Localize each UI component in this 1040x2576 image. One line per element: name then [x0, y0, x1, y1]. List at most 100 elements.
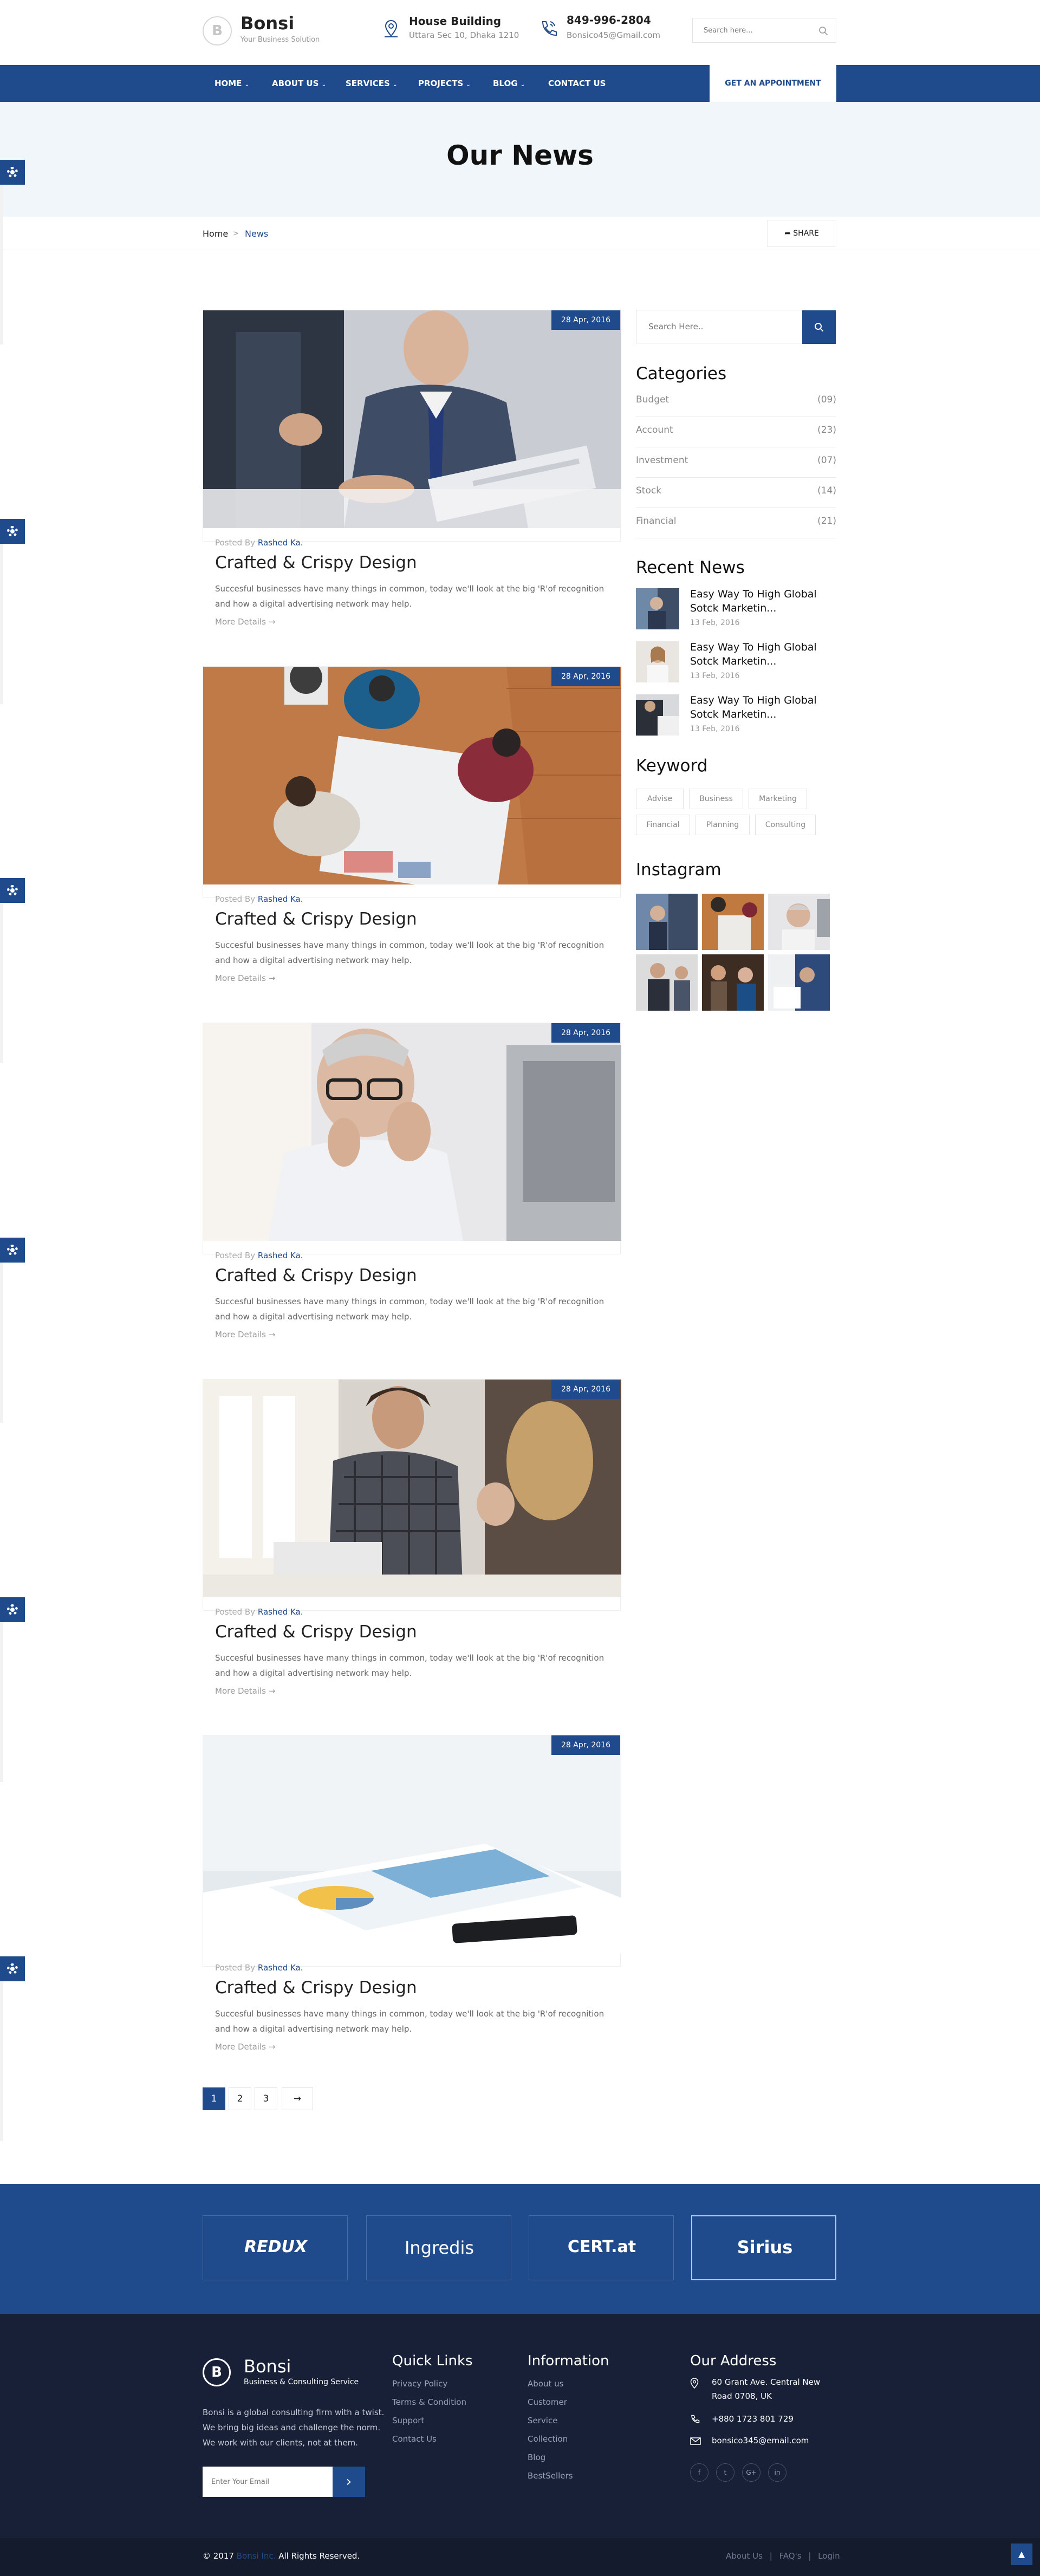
- category-item[interactable]: Stock (14): [636, 478, 836, 508]
- recent-news-title[interactable]: Easy Way To High Global Sotck Marketin..…: [690, 640, 831, 668]
- twitter-icon[interactable]: t: [716, 2463, 734, 2482]
- about-us-link[interactable]: About Us: [726, 2551, 763, 2561]
- next-page-button[interactable]: →: [282, 2087, 313, 2110]
- recent-news-thumb[interactable]: [636, 641, 679, 682]
- facebook-icon[interactable]: f: [690, 2463, 708, 2482]
- settings-gear-button[interactable]: [0, 519, 25, 544]
- header-search-input[interactable]: [693, 18, 812, 42]
- page-3-button[interactable]: 3: [255, 2087, 277, 2110]
- partner-logo[interactable]: REDUX: [203, 2215, 348, 2280]
- recent-news-title[interactable]: Easy Way To High Global Sotck Marketin..…: [690, 587, 831, 615]
- footer-about-line: We bring big ideas and challenge the nor…: [203, 2423, 381, 2432]
- post-author[interactable]: Rashed Ka.: [258, 1963, 303, 1973]
- footer-logo-icon[interactable]: B: [203, 2358, 231, 2386]
- settings-gear-button[interactable]: [0, 1597, 25, 1622]
- partner-logo[interactable]: Ingredis: [366, 2215, 511, 2280]
- keyword-tag[interactable]: Marketing: [749, 789, 807, 809]
- footer-link[interactable]: Service: [528, 2416, 557, 2425]
- nav-contact[interactable]: CONTACT US: [548, 65, 606, 102]
- more-details-link[interactable]: More Details →: [215, 2042, 275, 2052]
- keyword-tag[interactable]: Planning: [696, 815, 750, 835]
- recent-news-title[interactable]: Easy Way To High Global Sotck Marketin..…: [690, 693, 831, 721]
- post-image[interactable]: [203, 1735, 621, 1953]
- post-title[interactable]: Crafted & Crispy Design: [215, 909, 417, 929]
- footer-link[interactable]: Contact Us: [392, 2434, 437, 2444]
- footer-link[interactable]: Collection: [528, 2434, 568, 2444]
- logo-name[interactable]: Bonsi: [240, 13, 294, 34]
- instagram-photo[interactable]: [768, 954, 830, 1011]
- instagram-photo[interactable]: [636, 894, 698, 950]
- more-details-link[interactable]: More Details →: [215, 1330, 275, 1339]
- breadcrumb-home[interactable]: Home: [203, 229, 228, 239]
- post-author[interactable]: Rashed Ka.: [258, 1607, 303, 1617]
- keyword-tag[interactable]: Advise: [636, 789, 684, 809]
- category-item[interactable]: Investment (07): [636, 447, 836, 478]
- nav-blog[interactable]: BLOG ⌄: [493, 65, 525, 102]
- copyright-brand-link[interactable]: Bonsi Inc.: [237, 2551, 276, 2561]
- google-plus-icon[interactable]: G+: [742, 2463, 760, 2482]
- header-phone[interactable]: 849-996-2804: [567, 14, 651, 27]
- instagram-photo[interactable]: [702, 954, 764, 1011]
- nav-projects[interactable]: PROJECTS ⌄: [418, 65, 471, 102]
- keyword-tag[interactable]: Consulting: [755, 815, 816, 835]
- logo-icon[interactable]: B: [203, 16, 232, 45]
- post-image[interactable]: [203, 1023, 621, 1241]
- sidebar-search-input[interactable]: [636, 310, 799, 343]
- sidebar-search-button[interactable]: [802, 310, 836, 344]
- nav-home[interactable]: HOME ⌄: [214, 65, 249, 102]
- recent-news-thumb[interactable]: [636, 588, 679, 629]
- page-1-button[interactable]: 1: [203, 2087, 225, 2110]
- footer-link[interactable]: BestSellers: [528, 2471, 573, 2481]
- footer-link[interactable]: About us: [528, 2379, 563, 2389]
- faq-link[interactable]: FAQ's: [779, 2551, 802, 2561]
- instagram-photo[interactable]: [702, 894, 764, 950]
- keyword-tag[interactable]: Financial: [636, 815, 690, 835]
- more-details-link[interactable]: More Details →: [215, 617, 275, 627]
- post-author[interactable]: Rashed Ka.: [258, 894, 303, 904]
- post-author[interactable]: Rashed Ka.: [258, 538, 303, 548]
- search-icon[interactable]: [818, 26, 828, 36]
- post-author[interactable]: Rashed Ka.: [258, 1251, 303, 1260]
- recent-news-thumb[interactable]: [636, 694, 679, 736]
- post-image[interactable]: [203, 667, 621, 884]
- back-to-top-button[interactable]: ▲: [1011, 2544, 1032, 2565]
- nav-services[interactable]: SERVICES ⌄: [346, 65, 397, 102]
- partner-logo[interactable]: Sirius: [691, 2215, 836, 2280]
- settings-gear-button[interactable]: [0, 1238, 25, 1263]
- appointment-button[interactable]: GET AN APPOINTMENT: [710, 65, 836, 105]
- footer-link[interactable]: Blog: [528, 2453, 545, 2462]
- header-email[interactable]: Bonsico45@Gmail.com: [567, 30, 660, 40]
- instagram-photo[interactable]: [768, 894, 830, 950]
- post-title[interactable]: Crafted & Crispy Design: [215, 1978, 417, 1998]
- newsletter-submit-button[interactable]: ›: [333, 2467, 365, 2497]
- footer-phone[interactable]: +880 1723 801 729: [712, 2411, 794, 2427]
- settings-gear-button[interactable]: [0, 160, 25, 185]
- more-details-link[interactable]: More Details →: [215, 1686, 275, 1696]
- share-button[interactable]: ➦ SHARE: [767, 220, 836, 247]
- login-link[interactable]: Login: [818, 2551, 840, 2561]
- instagram-icon[interactable]: in: [768, 2463, 786, 2482]
- newsletter-email-input[interactable]: [203, 2467, 330, 2497]
- category-item[interactable]: Account (23): [636, 417, 836, 447]
- post-image[interactable]: [203, 310, 621, 528]
- footer-email[interactable]: bonsico345@email.com: [712, 2433, 809, 2448]
- footer-link[interactable]: Customer: [528, 2397, 567, 2407]
- instagram-photo[interactable]: [636, 954, 698, 1011]
- footer-link[interactable]: Support: [392, 2416, 424, 2425]
- post-image[interactable]: [203, 1380, 621, 1597]
- partner-logo[interactable]: CERT.at: [529, 2215, 674, 2280]
- more-details-link[interactable]: More Details →: [215, 973, 275, 983]
- keyword-tag[interactable]: Business: [689, 789, 743, 809]
- category-item[interactable]: Financial (21): [636, 508, 836, 538]
- page-2-button[interactable]: 2: [229, 2087, 251, 2110]
- category-item[interactable]: Budget (09): [636, 387, 836, 417]
- settings-gear-button[interactable]: [0, 878, 25, 903]
- sidebar-search: [636, 310, 836, 344]
- nav-about[interactable]: ABOUT US ⌄: [272, 65, 326, 102]
- settings-gear-button[interactable]: [0, 1956, 25, 1981]
- post-title[interactable]: Crafted & Crispy Design: [215, 553, 417, 573]
- footer-link[interactable]: Privacy Policy: [392, 2379, 447, 2389]
- post-title[interactable]: Crafted & Crispy Design: [215, 1266, 417, 1285]
- footer-link[interactable]: Terms & Condition: [392, 2397, 466, 2407]
- post-title[interactable]: Crafted & Crispy Design: [215, 1622, 417, 1642]
